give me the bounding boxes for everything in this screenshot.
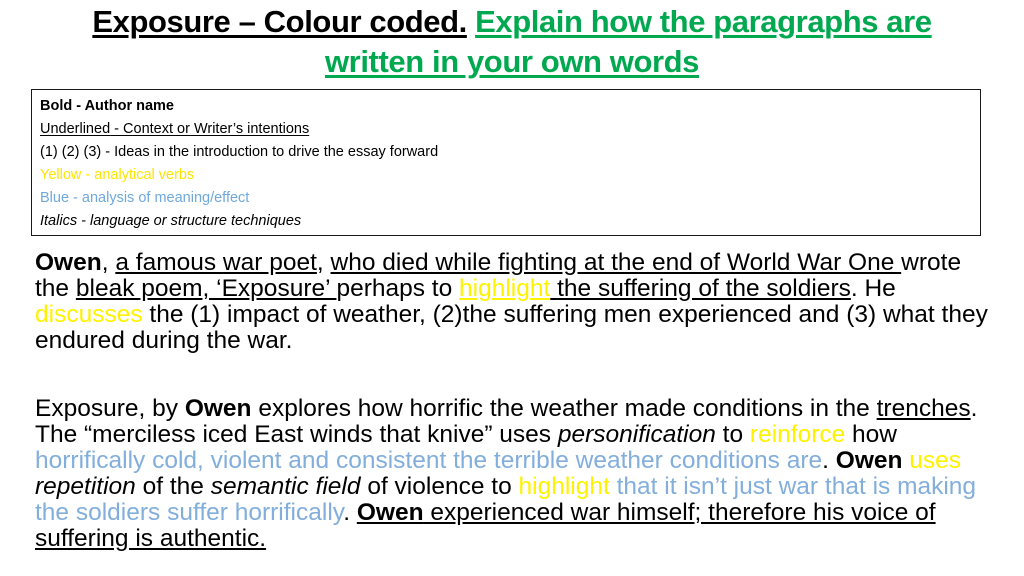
text-run: of the [135,473,211,500]
text-run: explores how horrific the weather made c… [251,395,877,422]
body-paragraph-one: Owen, a famous war poet, who died while … [35,250,990,354]
text-run: bleak poem, ‘Exposure’ [75,275,337,302]
key-description-numbers: Ideas in the introduction to drive the e… [114,144,439,160]
slide-title-black-part: Exposure – Colour coded. [92,4,467,39]
text-run: Owen [356,499,424,526]
text-run: repetition [35,473,136,500]
text-run: discusses [35,301,143,328]
key-description-bold: Author name [84,98,174,114]
body-paragraph-two: Exposure, by Owen explores how horrific … [35,396,990,552]
key-separator-yellow: - [81,167,95,183]
text-run [610,473,617,500]
key-separator-numbers: - [101,144,115,160]
key-line-blue: Blue - analysis of meaning/effect [40,187,980,210]
text-run: semantic field [210,473,361,500]
text-run: . [343,499,357,526]
key-marker-underlined: Underlined [40,121,111,137]
key-marker-italics: Italics [40,213,78,229]
key-description-italics: language or structure techniques [89,213,302,229]
key-line-underlined: Underlined - Context or Writer’s intenti… [40,118,980,141]
key-line-numbers: (1) (2) (3) - Ideas in the introduction … [40,141,980,164]
key-separator-italics: - [77,213,90,229]
key-separator-blue: - [69,190,82,206]
text-run: a famous war poet [115,249,317,276]
text-run: highlight [518,473,610,500]
key-description-yellow: analytical verbs [94,167,195,183]
text-run: Owen [35,249,102,276]
text-run: the suffering of the soldiers [557,275,851,302]
text-run: Owen [184,395,252,422]
key-line-italics: Italics - language or structure techniqu… [40,210,980,233]
text-run: the (1) impact of weather, (2)the suffer… [35,301,988,354]
text-run: , [101,249,116,276]
key-separator-bold: - [72,98,85,114]
text-run: uses [909,447,962,474]
text-run: personification [557,421,716,448]
key-line-yellow: Yellow - analytical verbs [40,164,980,187]
text-run: highlight [459,275,551,302]
text-run: horrifically cold, violent and consisten… [35,447,823,474]
text-run: how [845,421,897,448]
key-separator-underlined: - [110,121,124,137]
key-marker-bold: Bold [40,98,73,114]
text-run: Owen [835,447,903,474]
text-run: . [822,447,836,474]
text-run: trenches [876,395,971,422]
key-marker-numbers: (1) (2) (3) [40,144,102,160]
key-marker-blue: Blue [40,190,70,206]
text-run: Exposure, by [35,395,185,422]
text-run: of violence to [360,473,519,500]
text-run: . He [850,275,896,302]
key-description-blue: analysis of meaning/effect [81,190,250,206]
text-run: who died while fighting at the end of Wo… [330,249,902,276]
slide-title: Exposure – Colour coded. Explain how the… [60,2,964,82]
key-description-underlined: Context or Writer’s intentions [123,121,310,137]
key-marker-yellow: Yellow [40,167,82,183]
text-run: to [715,421,750,448]
slide-title-space [467,4,475,39]
colour-key-box: Bold - Author name Underlined - Context … [31,89,981,236]
text-run: , [316,249,331,276]
key-line-bold: Bold - Author name [40,95,980,118]
text-run: reinforce [749,421,846,448]
text-run: perhaps to [336,275,460,302]
